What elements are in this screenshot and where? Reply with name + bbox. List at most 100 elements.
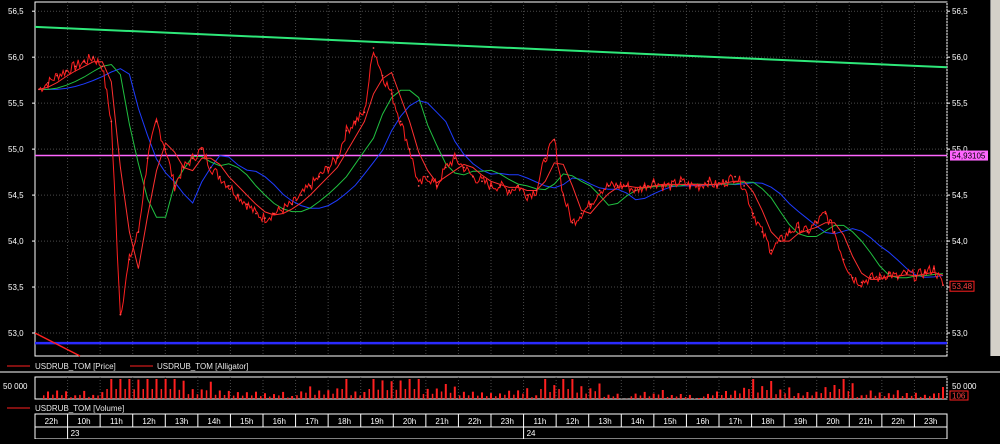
volume-bar	[662, 390, 664, 399]
volume-bar	[640, 396, 642, 400]
volume-bar	[481, 392, 483, 399]
volume-bar	[761, 386, 763, 399]
volume-bar	[549, 392, 551, 399]
volume-bar	[734, 391, 736, 399]
hour-label: 17h	[305, 417, 318, 426]
volume-bar	[631, 396, 633, 399]
volume-bar	[784, 393, 786, 399]
volume-bar	[210, 382, 212, 399]
price-point	[201, 148, 203, 150]
price-point	[852, 277, 854, 279]
volume-bar	[472, 392, 474, 399]
volume-bar	[332, 394, 334, 399]
volume-bar	[318, 391, 320, 400]
price-point	[861, 282, 863, 284]
volume-bar	[70, 397, 72, 399]
hour-label: 11h	[110, 417, 123, 426]
volume-bar	[156, 379, 158, 399]
price-point	[47, 82, 49, 84]
volume-bar	[387, 390, 389, 399]
price-point	[834, 231, 836, 233]
price-point	[535, 190, 537, 192]
price-point	[689, 185, 691, 187]
volume-bar	[685, 397, 687, 399]
volume-bar	[423, 394, 425, 399]
volume-bar	[499, 393, 501, 399]
volume-bar	[341, 389, 343, 399]
price-point	[915, 275, 917, 277]
volume-bar	[689, 395, 691, 399]
volume-bar	[88, 397, 90, 399]
volume-bar	[237, 392, 239, 399]
volume-legend: USDRUB_TOM [Volume]	[7, 404, 124, 413]
volume-bar	[382, 380, 384, 399]
hour-label: 13h	[598, 417, 611, 426]
volume-bar	[74, 395, 76, 399]
price-point	[92, 56, 94, 58]
volume-bar	[215, 395, 217, 399]
price-point	[264, 217, 266, 219]
volume-bar	[161, 389, 163, 399]
hour-label: 19h	[370, 417, 383, 426]
volume-bar	[414, 389, 416, 399]
price-point	[400, 121, 402, 123]
volume-bar	[264, 393, 266, 399]
volume-bar	[170, 389, 172, 399]
volume-bar	[667, 397, 669, 399]
volume-bar	[255, 392, 257, 399]
price-point	[662, 185, 664, 187]
volume-bar	[278, 395, 280, 399]
volume-bar	[495, 396, 497, 399]
volume-bar	[450, 393, 452, 399]
chart-canvas[interactable]: 56,556,055,555,054,554,053,553,0 56,556,…	[0, 0, 1000, 439]
volume-bar	[806, 392, 808, 399]
price-point	[581, 213, 583, 215]
volume-bar	[580, 386, 582, 399]
volume-bar	[459, 395, 461, 399]
vertical-scrollbar[interactable]	[990, 0, 1000, 356]
volume-bar	[468, 395, 470, 399]
volume-last-value: 106	[952, 392, 966, 401]
price-point	[635, 190, 637, 192]
volume-bar	[147, 379, 149, 399]
volume-bar	[260, 396, 262, 399]
volume-bar	[815, 392, 817, 399]
volume-bar	[269, 397, 271, 399]
volume-bar	[748, 389, 750, 399]
price-point	[942, 284, 944, 286]
volume-bar	[143, 389, 145, 399]
volume-bar	[694, 399, 696, 400]
hour-label: 22h	[45, 417, 58, 426]
volume-tick-right: 50 000	[952, 382, 977, 391]
price-point	[120, 314, 122, 316]
y-tick-label: 54,5	[8, 191, 24, 200]
price-point	[147, 157, 149, 159]
price-point	[210, 167, 212, 169]
price-point	[110, 121, 112, 123]
volume-bar	[124, 389, 126, 399]
volume-bar	[716, 392, 718, 400]
price-point	[336, 157, 338, 159]
volume-bar	[893, 395, 895, 399]
volume-bar	[897, 390, 899, 399]
price-point	[490, 185, 492, 187]
price-point	[879, 277, 881, 279]
volume-bar	[721, 395, 723, 399]
volume-bar	[707, 394, 709, 399]
y-tick-label: 54,0	[8, 237, 24, 246]
price-point	[56, 75, 58, 77]
volume-bar	[613, 396, 615, 399]
hour-label: 20h	[403, 417, 416, 426]
volume-bar	[938, 393, 940, 399]
price-point	[933, 268, 935, 270]
volume-bar	[282, 392, 284, 399]
y-tick-label: 53,0	[952, 329, 968, 338]
price-point	[608, 185, 610, 187]
volume-bar	[599, 384, 601, 400]
volume-bar	[97, 396, 99, 400]
volume-bar	[350, 395, 352, 399]
price-point	[716, 185, 718, 187]
hour-label: 16h	[273, 417, 286, 426]
volume-bar	[378, 390, 380, 399]
volume-bar	[354, 392, 356, 400]
